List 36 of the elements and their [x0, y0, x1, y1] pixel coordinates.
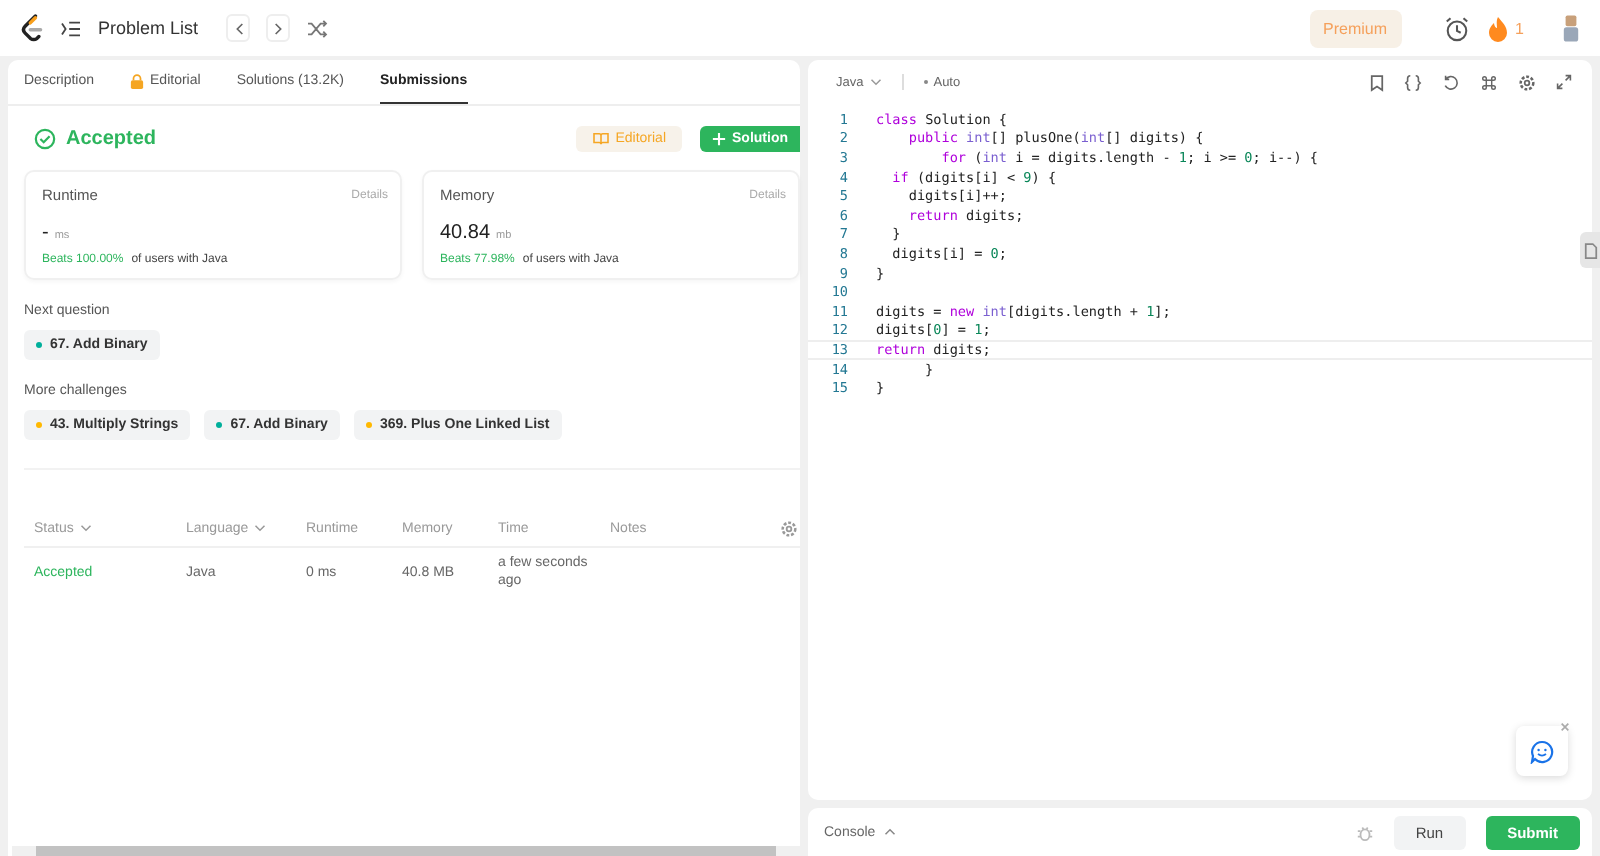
next-button[interactable] — [266, 14, 291, 42]
previous-button[interactable] — [226, 14, 251, 42]
chevron-up-icon — [883, 828, 896, 836]
shuffle-icon[interactable] — [306, 19, 329, 37]
smiley-chat-icon — [1530, 739, 1554, 763]
settings-icon[interactable] — [780, 519, 798, 537]
chevron-down-icon — [254, 524, 267, 532]
list-icon[interactable] — [60, 19, 82, 37]
flame-icon[interactable] — [1487, 15, 1508, 41]
lock-icon — [130, 73, 145, 89]
check-circle-icon — [34, 127, 56, 149]
streak-count: 1 — [1515, 19, 1524, 37]
alarm-clock-icon[interactable] — [1443, 15, 1470, 41]
problem-list-link[interactable]: Problem List — [98, 18, 199, 38]
close-icon[interactable] — [1560, 722, 1570, 732]
reset-icon[interactable] — [1442, 73, 1460, 91]
settings-icon[interactable] — [1518, 73, 1536, 91]
chevron-down-icon — [869, 78, 882, 86]
stat-value: - — [42, 222, 49, 244]
avatar-icon[interactable] — [1562, 13, 1580, 43]
accepted-status: Accepted — [66, 127, 157, 149]
bookmark-icon[interactable] — [1370, 73, 1384, 91]
chevron-right-icon — [273, 21, 284, 35]
stat-value: 40.84 — [440, 222, 491, 244]
braces-icon[interactable] — [1404, 73, 1422, 91]
book-icon — [591, 131, 610, 145]
command-icon[interactable] — [1480, 73, 1498, 91]
document-icon — [1583, 241, 1597, 259]
scrollbar[interactable] — [12, 846, 800, 856]
logo-icon[interactable] — [20, 14, 44, 42]
chevron-left-icon — [233, 21, 244, 35]
feedback-button[interactable] — [1516, 726, 1568, 776]
chevron-down-icon — [79, 524, 92, 532]
expand-icon[interactable] — [1556, 74, 1572, 90]
side-panel-tab[interactable] — [1580, 232, 1600, 268]
plus-icon — [712, 131, 726, 145]
